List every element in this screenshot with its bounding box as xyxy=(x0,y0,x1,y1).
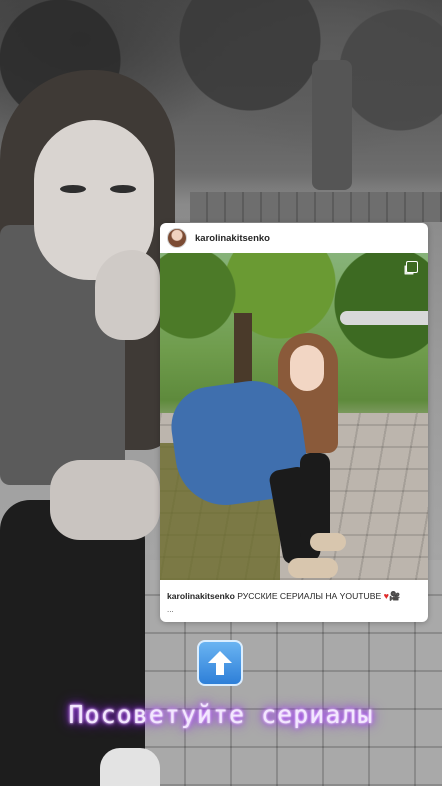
photo-girl-face xyxy=(290,345,324,391)
up-arrow-icon xyxy=(197,640,243,686)
caption-text: РУССКИЕ СЕРИАЛЫ НА YOUTUBE xyxy=(237,591,382,601)
photo-tree-trunk xyxy=(234,313,252,383)
photo-lamp xyxy=(340,311,428,325)
girl-eye xyxy=(110,185,136,193)
caption-more[interactable]: ... xyxy=(167,605,174,614)
post-caption: karolinakitsenko РУССКИЕ СЕРИАЛЫ НА YOUT… xyxy=(167,591,421,602)
post-photo[interactable] xyxy=(160,253,428,580)
photo-girl-shoe xyxy=(310,533,346,551)
background-bench xyxy=(190,192,442,222)
girl-legs xyxy=(0,500,145,786)
girl-shoe xyxy=(100,748,160,786)
girl-arm xyxy=(50,460,160,540)
background-tree-trunk xyxy=(312,60,352,190)
reposted-post-card[interactable]: karolinakitsenko karolinakitsenko РУССКИ… xyxy=(160,223,428,622)
post-username[interactable]: karolinakitsenko xyxy=(195,233,270,244)
post-header[interactable]: karolinakitsenko xyxy=(160,223,428,253)
caption-username[interactable]: karolinakitsenko xyxy=(167,591,235,601)
movie-camera-icon: 🎥 xyxy=(388,591,401,601)
photo-girl-leg xyxy=(300,453,330,543)
girl-eye xyxy=(60,185,86,193)
multiple-photos-icon xyxy=(406,261,418,273)
photo-girl-shoe xyxy=(288,558,338,578)
avatar[interactable] xyxy=(167,228,187,248)
neon-sticker-text: Посоветуйте сериалы xyxy=(68,700,374,729)
up-arrow-glyph xyxy=(208,651,232,675)
girl-hand xyxy=(95,250,160,340)
